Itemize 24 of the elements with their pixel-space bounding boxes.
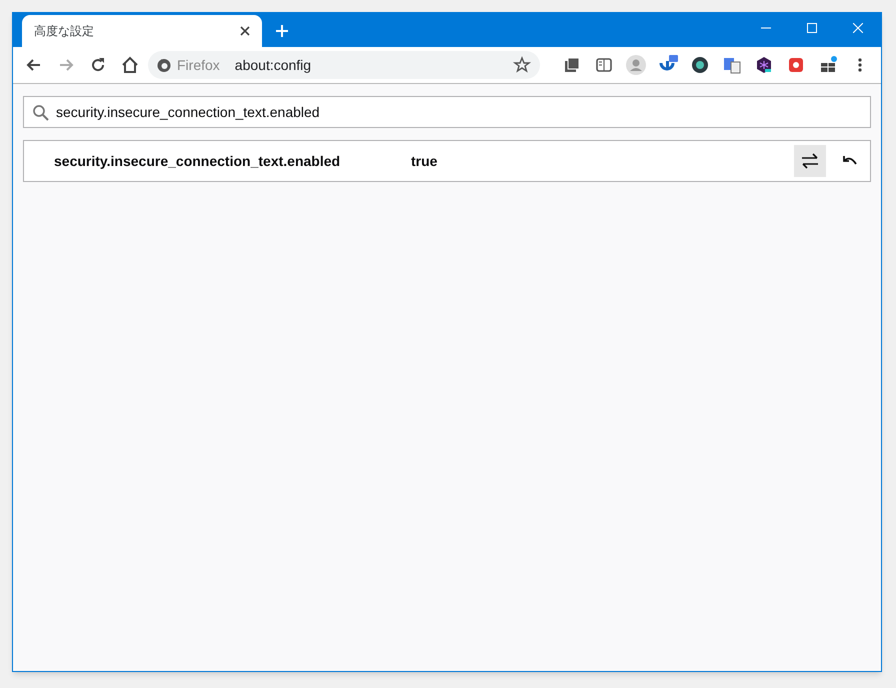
new-tab-icon[interactable] [275, 24, 289, 38]
search-text: security.insecure_connection_text.enabled [56, 102, 320, 122]
search-icon [32, 104, 49, 120]
browser-tab[interactable]: 高度な設定 [22, 15, 262, 47]
preference-name: security.insecure_connection_text.enabled [54, 152, 342, 171]
extension-icon[interactable] [690, 55, 710, 75]
avatar-icon[interactable] [626, 55, 646, 75]
site-identity: Firefox [177, 56, 220, 74]
maximize-icon[interactable] [807, 23, 817, 33]
star-icon[interactable] [512, 55, 532, 75]
tab-title: 高度な設定 [34, 23, 95, 40]
translate-icon[interactable] [722, 55, 742, 75]
close-icon[interactable] [240, 26, 250, 36]
preference-value: true [411, 152, 438, 170]
toggle-button[interactable] [794, 145, 826, 177]
close-window-icon[interactable] [853, 23, 863, 33]
home-icon[interactable] [120, 55, 140, 75]
extension-icon[interactable] [754, 55, 774, 75]
firefox-logo-icon [156, 57, 172, 73]
swap-icon [801, 153, 819, 169]
search-field[interactable]: security.insecure_connection_text.enabled [23, 96, 871, 128]
sidebar-icon[interactable] [594, 55, 614, 75]
address-bar[interactable]: Firefox about:config [148, 51, 540, 79]
url-text: about:config [234, 56, 312, 75]
